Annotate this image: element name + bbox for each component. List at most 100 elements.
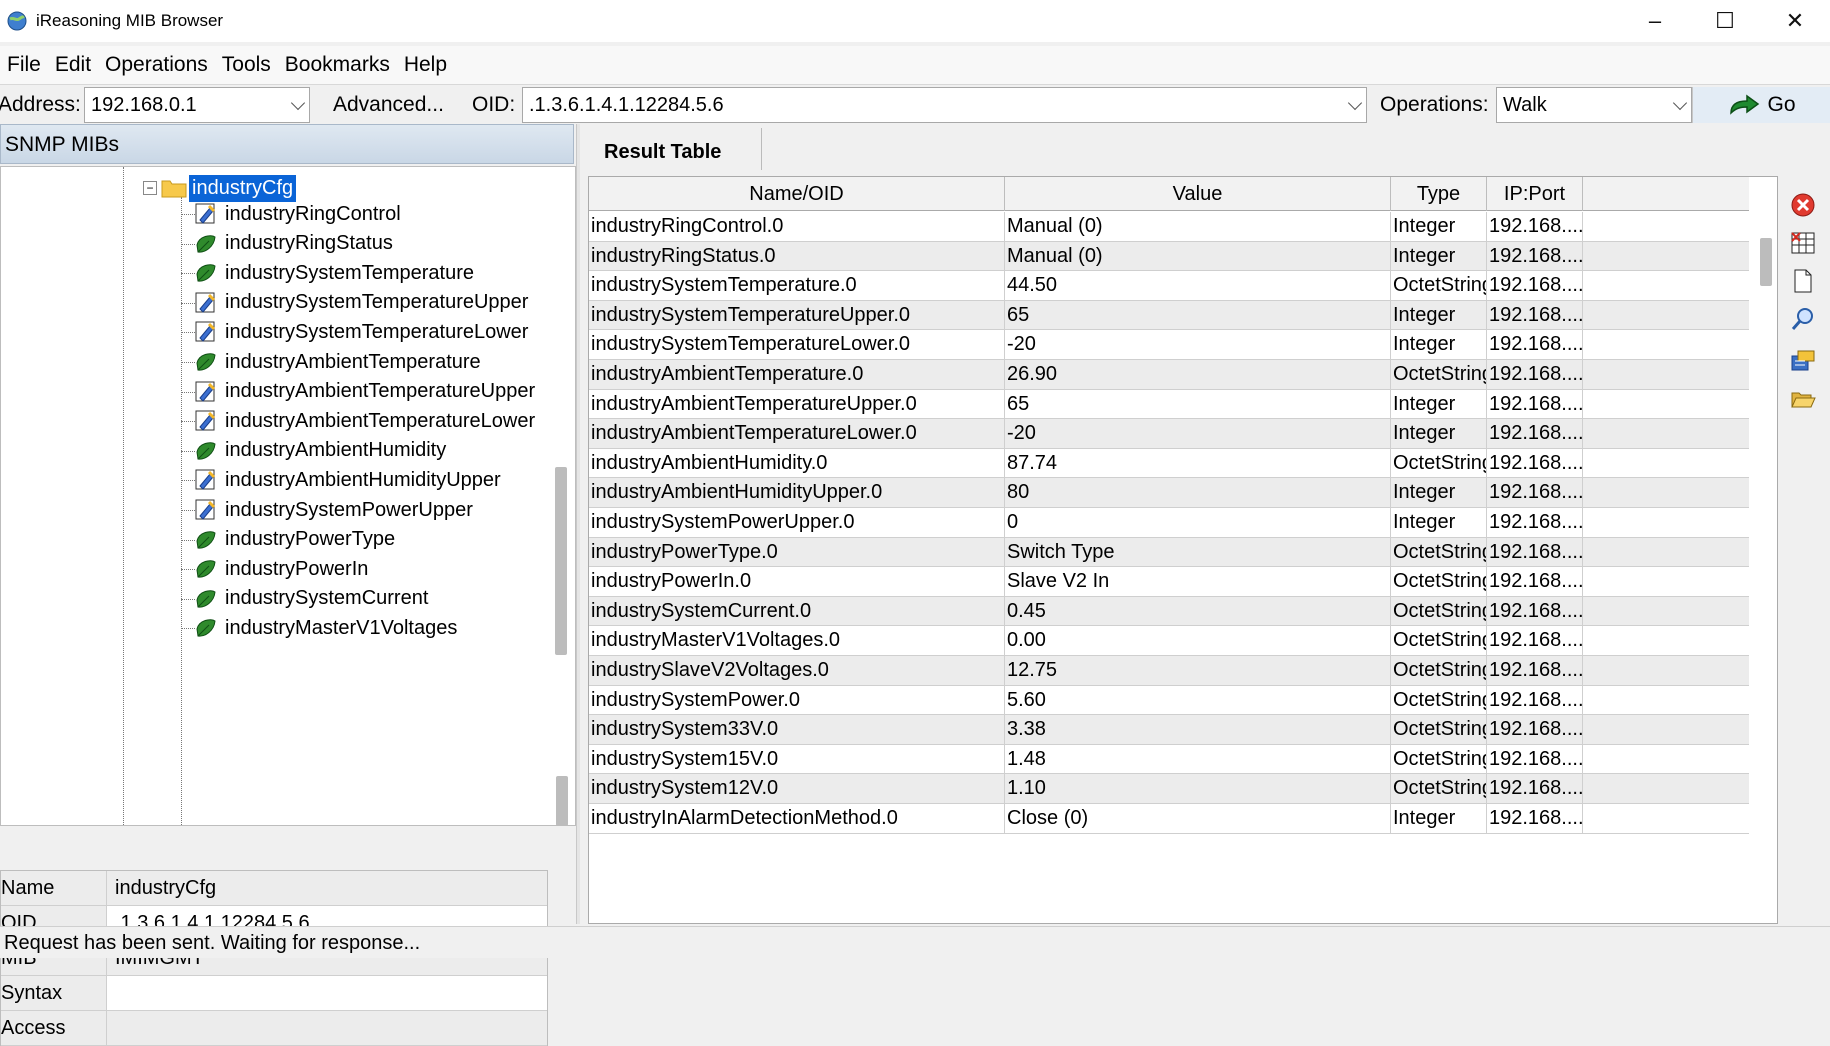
table-row[interactable]: industrySystem12V.0 1.10 OctetString 192.16… (589, 774, 1749, 804)
tree-node[interactable]: industryPowerType (195, 525, 395, 555)
table-row[interactable]: industrySystemTemperature.0 44.50 OctetStr… (589, 271, 1749, 301)
operations-select[interactable]: Walk (1496, 87, 1692, 123)
table-cell: 0.00 (1005, 626, 1391, 656)
table-row[interactable]: industryPowerType.0 Switch Type OctetStrin… (589, 537, 1749, 568)
table-cell: Integer (1391, 508, 1487, 538)
table-cell: 192.168.... (1487, 271, 1583, 301)
table-cell: 87.74 (1005, 448, 1391, 479)
tree-node[interactable]: industryAmbientTemperature (195, 347, 481, 377)
close-button[interactable]: ✕ (1760, 0, 1830, 42)
property-key: Syntax (1, 976, 107, 1010)
tree-vertical-scrollbar[interactable] (555, 467, 567, 655)
table-cell: OctetString (1391, 774, 1487, 804)
column-header[interactable]: Value (1005, 177, 1391, 211)
go-button[interactable]: Go (1692, 87, 1830, 123)
oid-combo[interactable]: .1.3.6.1.4.1.12284.5.6 (522, 87, 1367, 123)
tree-node[interactable]: industryMasterV1Voltages (195, 613, 457, 643)
table-row[interactable]: industryMasterV1Voltages.0 0.00 OctetStrin… (589, 626, 1749, 656)
document-icon[interactable] (1786, 264, 1820, 298)
open-folder-icon[interactable] (1786, 382, 1820, 416)
menu-file[interactable]: File (0, 53, 48, 77)
table-row[interactable]: industryAmbientHumidityUpper.0 80 Integer 1… (589, 478, 1749, 508)
table-cell: Integer (1391, 804, 1487, 834)
table-cell: industryAmbientHumidity.0 (589, 448, 1005, 479)
go-label: Go (1767, 93, 1796, 116)
table-cell: industryInAlarmDetectionMethod.0 (589, 804, 1005, 834)
panel-splitter[interactable] (576, 124, 580, 924)
advanced-button[interactable]: Advanced... (333, 93, 444, 117)
collapse-icon[interactable]: − (143, 181, 157, 195)
tree-node[interactable]: industrySystemCurrent (195, 584, 428, 614)
table-grid-icon[interactable] (1786, 226, 1820, 260)
tree-node[interactable]: industryAmbientTemperatureUpper (195, 377, 535, 407)
table-row[interactable]: industrySystemPowerUpper.0 0 Integer 192.16… (589, 508, 1749, 538)
result-tab-bar: Result Table (588, 128, 1828, 170)
chevron-down-icon (1347, 95, 1363, 111)
tree-node[interactable]: industrySystemTemperatureLower (195, 317, 528, 347)
result-table-scrollbar[interactable] (1760, 238, 1772, 286)
tree-node[interactable]: industryAmbientTemperatureLower (195, 406, 535, 436)
column-header[interactable]: Name/OID (589, 177, 1005, 211)
search-icon[interactable] (1786, 302, 1820, 336)
table-cell: 192.168.... (1487, 448, 1583, 479)
table-cell: Integer (1391, 478, 1487, 508)
table-row[interactable]: industryInAlarmDetectionMethod.0 Close (0… (589, 804, 1749, 834)
go-arrow-icon (1730, 94, 1760, 115)
table-cell: Integer (1391, 300, 1487, 331)
table-row[interactable]: industrySystemPower.0 5.60 OctetString 192.… (589, 685, 1749, 716)
result-table: Name/OID Value Type IP:Port industryRingCon… (588, 176, 1778, 924)
property-value (107, 1011, 547, 1045)
table-cell: industrySystemPower.0 (589, 685, 1005, 716)
table-row[interactable]: industrySlaveV2Voltages.0 12.75 OctetStrin… (589, 656, 1749, 686)
table-row[interactable]: industryAmbientTemperatureLower.0 -20 Inte… (589, 419, 1749, 449)
mib-tree[interactable]: − industryCfg industryRingControl industr… (0, 166, 576, 826)
tree-node-label: industrySystemTemperatureLower (225, 320, 529, 343)
table-cell: industrySystem33V.0 (589, 715, 1005, 745)
writable-leaf-icon (195, 292, 216, 313)
column-header[interactable]: IP:Port (1487, 177, 1583, 211)
tree-node[interactable]: industryPowerIn (195, 554, 368, 584)
table-row[interactable]: industrySystem33V.0 3.38 OctetString 192.16… (589, 715, 1749, 745)
writable-leaf-icon (195, 321, 216, 343)
tree-node[interactable]: industryRingStatus (195, 229, 393, 259)
properties-scrollbar[interactable] (556, 776, 568, 826)
tree-node[interactable]: industryRingControl (195, 199, 401, 229)
menu-tools[interactable]: Tools (215, 53, 278, 77)
table-row[interactable]: industryRingStatus.0 Manual (0) Integer 192… (589, 241, 1749, 272)
delete-icon[interactable] (1786, 188, 1820, 222)
table-row[interactable]: industrySystemTemperatureUpper.0 65 Intege… (589, 300, 1749, 331)
export-icon[interactable] (1786, 344, 1820, 378)
table-row[interactable]: industryAmbientTemperatureUpper.0 65 Integ… (589, 389, 1749, 420)
menu-bookmarks[interactable]: Bookmarks (278, 53, 397, 77)
oid-value: .1.3.6.1.4.1.12284.5.6 (529, 94, 724, 116)
table-row[interactable]: industrySystem15V.0 1.48 OctetString 192.16… (589, 744, 1749, 775)
table-row[interactable]: industryRingControl.0 Manual (0) Integer 19… (589, 212, 1749, 242)
menu-help[interactable]: Help (397, 53, 454, 77)
maximize-button[interactable]: ☐ (1690, 0, 1760, 42)
minimize-button[interactable]: – (1620, 0, 1690, 42)
tree-node[interactable]: industrySystemPowerUpper (195, 495, 473, 525)
result-table-header: Name/OID Value Type IP:Port (589, 177, 1749, 211)
table-row[interactable]: industryAmbientHumidity.0 87.74 OctetStrin… (589, 448, 1749, 479)
folder-icon (161, 180, 187, 198)
table-row[interactable]: industrySystemTemperatureLower.0 -20 Integ… (589, 330, 1749, 360)
tree-node[interactable]: industrySystemTemperature (195, 258, 474, 288)
table-row[interactable]: industryPowerIn.0 Slave V2 In OctetString 1… (589, 567, 1749, 597)
readonly-leaf-icon (196, 442, 216, 460)
tree-node[interactable]: industrySystemTemperatureUpper (195, 288, 528, 318)
table-row[interactable]: industrySystemCurrent.0 0.45 OctetString 19… (589, 596, 1749, 627)
menu-operations[interactable]: Operations (98, 53, 215, 77)
table-cell: 192.168.... (1487, 212, 1583, 242)
table-row[interactable]: industryAmbientTemperature.0 26.90 OctetSt… (589, 360, 1749, 390)
table-cell: OctetString (1391, 537, 1487, 568)
table-cell: Manual (0) (1005, 212, 1391, 242)
tree-node[interactable]: industryAmbientHumidityUpper (195, 465, 501, 495)
menu-edit[interactable]: Edit (48, 53, 98, 77)
table-cell: 192.168.... (1487, 360, 1583, 390)
tree-node[interactable]: industryAmbientHumidity (195, 436, 446, 466)
address-combo[interactable]: 192.168.0.1 (84, 87, 310, 123)
tree-node-label: industryAmbientTemperatureLower (225, 409, 536, 432)
property-value: industryCfg (107, 871, 547, 905)
column-header[interactable]: Type (1391, 177, 1487, 211)
tab-result-table[interactable]: Result Table (588, 128, 762, 170)
